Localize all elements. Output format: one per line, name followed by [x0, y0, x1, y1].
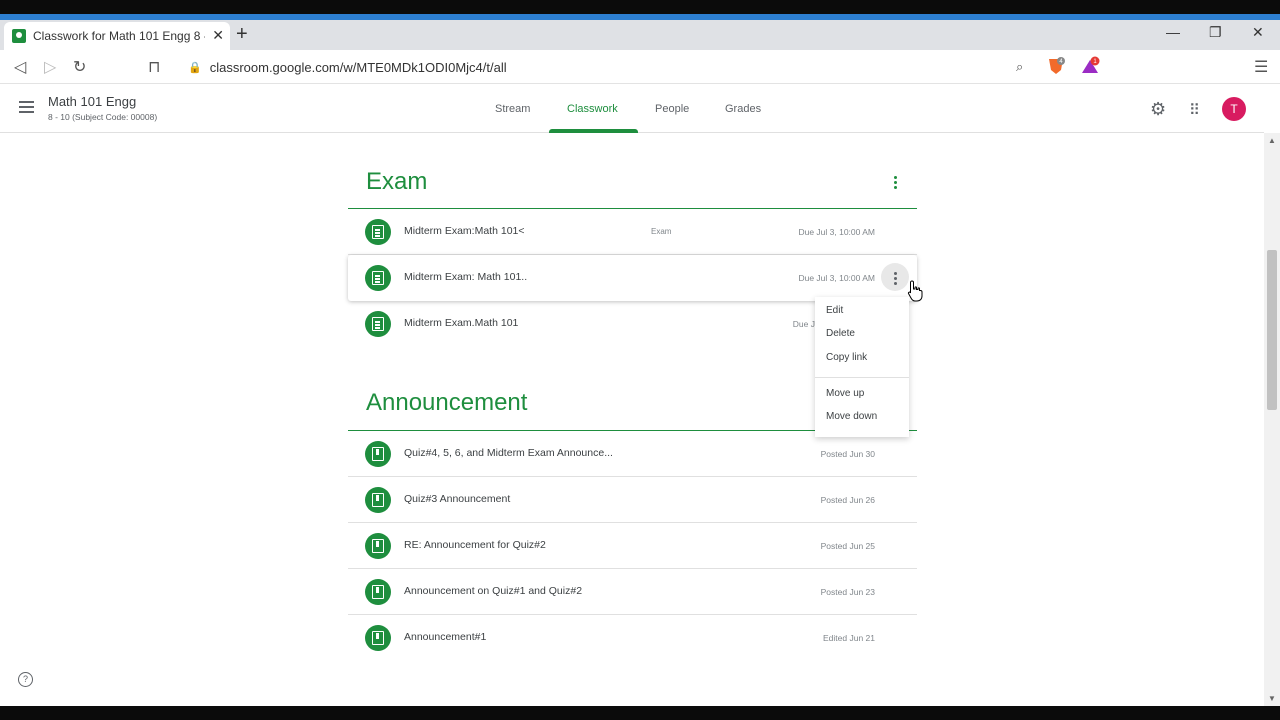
browser-menu-icon[interactable]: ☰: [1254, 57, 1268, 77]
exam-section-title: Exam: [366, 168, 428, 195]
hand-cursor-icon: [907, 280, 923, 302]
assignment-icon: [365, 265, 391, 291]
tab-classwork[interactable]: Classwork: [567, 103, 618, 115]
item-edited-date: Edited Jun 21: [823, 633, 875, 643]
close-tab-icon[interactable]: ✕: [212, 27, 224, 44]
item-title: Quiz#4, 5, 6, and Midterm Exam Announce.…: [404, 447, 613, 459]
top-letterbox: [0, 0, 1280, 14]
classroom-favicon-icon: [12, 29, 26, 43]
menu-item-copy-link[interactable]: Copy link: [826, 352, 867, 363]
apps-grid-icon[interactable]: ⠿: [1189, 101, 1200, 119]
item-posted-date: Posted Jun 30: [820, 449, 875, 459]
list-item[interactable]: Quiz#3 Announcement Posted Jun 26: [348, 477, 917, 523]
reload-icon[interactable]: ↻: [73, 57, 86, 77]
scroll-up-icon[interactable]: ▲: [1268, 136, 1276, 145]
rewards-icon[interactable]: 1: [1080, 56, 1100, 76]
bookmark-icon[interactable]: ⊓: [148, 57, 160, 77]
menu-item-move-up[interactable]: Move up: [826, 388, 864, 399]
browser-tab[interactable]: Classwork for Math 101 Engg 8 - 1 ✕: [4, 22, 230, 50]
assignment-icon: [365, 311, 391, 337]
announcement-section-title: Announcement: [366, 389, 528, 416]
menu-item-delete[interactable]: Delete: [826, 328, 855, 339]
item-context-menu: Edit Delete Copy link Move up Move down: [815, 297, 909, 437]
tab-stream[interactable]: Stream: [495, 103, 530, 115]
list-item[interactable]: Midterm Exam:Math 101< Exam Due Jul 3, 1…: [348, 209, 917, 255]
item-posted-date: Posted Jun 23: [820, 587, 875, 597]
tab-people[interactable]: People: [655, 103, 689, 115]
item-due-date: Due Jul 3, 10:00 AM: [798, 273, 875, 283]
tab-grades[interactable]: Grades: [725, 103, 761, 115]
class-subtitle: 8 - 10 (Subject Code: 00008): [48, 112, 158, 122]
bottom-letterbox: [0, 706, 1280, 720]
brave-shield-icon[interactable]: 4: [1046, 56, 1066, 76]
material-icon: [365, 487, 391, 513]
lock-icon: 🔒: [188, 61, 202, 74]
list-item[interactable]: Quiz#4, 5, 6, and Midterm Exam Announce.…: [348, 431, 917, 477]
item-title: Announcement#1: [404, 631, 487, 643]
material-icon: [365, 625, 391, 651]
settings-gear-icon[interactable]: ⚙: [1150, 99, 1166, 120]
material-icon: [365, 441, 391, 467]
help-icon[interactable]: ?: [18, 672, 33, 687]
material-icon: [365, 579, 391, 605]
item-more-icon[interactable]: [894, 272, 898, 287]
class-name[interactable]: Math 101 Engg: [48, 94, 136, 109]
omnibox[interactable]: 🔒 classroom.google.com/w/MTE0MDk1ODI0Mjc…: [176, 54, 1040, 80]
assignment-icon: [365, 219, 391, 245]
item-topic: Exam: [651, 227, 672, 236]
forward-icon[interactable]: ▷: [44, 57, 56, 77]
item-title: Midterm Exam.Math 101: [404, 317, 519, 329]
menu-divider: [815, 377, 909, 378]
item-posted-date: Posted Jun 25: [820, 541, 875, 551]
item-posted-date: Posted Jun 26: [820, 495, 875, 505]
item-due-date: Due Jul 3, 10:00 AM: [798, 227, 875, 237]
back-icon[interactable]: ◁: [14, 57, 26, 77]
item-due-date: Due J: [792, 319, 815, 329]
active-tab-indicator: [549, 129, 638, 133]
menu-item-move-down[interactable]: Move down: [826, 411, 877, 422]
menu-item-edit[interactable]: Edit: [826, 305, 843, 316]
url-text: classroom.google.com/w/MTE0MDk1ODI0Mjc4/…: [209, 59, 507, 75]
address-bar-row: ◁ ▷ ↻ ⊓ 🔒 classroom.google.com/w/MTE0MDk…: [0, 50, 1280, 84]
item-title: Midterm Exam:Math 101<: [404, 225, 525, 237]
material-icon: [365, 533, 391, 559]
zoom-icon[interactable]: ⌕: [1016, 59, 1023, 75]
classroom-header: Math 101 Engg 8 - 10 (Subject Code: 0000…: [0, 85, 1264, 133]
list-item[interactable]: Midterm Exam: Math 101.. Due Jul 3, 10:0…: [348, 255, 917, 301]
avatar[interactable]: T: [1222, 97, 1246, 121]
close-window-icon[interactable]: ✕: [1252, 24, 1264, 41]
scrollbar-thumb[interactable]: [1267, 250, 1277, 410]
scroll-down-icon[interactable]: ▼: [1268, 694, 1276, 703]
scrollbar-track[interactable]: [1264, 133, 1280, 708]
list-item[interactable]: Announcement#1 Edited Jun 21: [348, 615, 917, 661]
list-item[interactable]: RE: Announcement for Quiz#2 Posted Jun 2…: [348, 523, 917, 569]
minimize-icon[interactable]: —: [1166, 24, 1180, 40]
tab-title: Classwork for Math 101 Engg 8 - 1: [33, 29, 205, 43]
tab-strip: Classwork for Math 101 Engg 8 - 1 ✕: [0, 20, 1280, 50]
exam-section-more-icon[interactable]: [894, 176, 898, 191]
item-title: Quiz#3 Announcement: [404, 493, 511, 505]
restore-icon[interactable]: ❐: [1209, 24, 1222, 41]
screen: Classwork for Math 101 Engg 8 - 1 ✕ + — …: [0, 0, 1280, 720]
item-title: Midterm Exam: Math 101..: [404, 271, 528, 283]
item-title: RE: Announcement for Quiz#2: [404, 539, 546, 551]
list-item[interactable]: Announcement on Quiz#1 and Quiz#2 Posted…: [348, 569, 917, 615]
main-menu-icon[interactable]: [19, 101, 34, 116]
item-title: Announcement on Quiz#1 and Quiz#2: [404, 585, 583, 597]
new-tab-icon[interactable]: +: [236, 23, 248, 45]
